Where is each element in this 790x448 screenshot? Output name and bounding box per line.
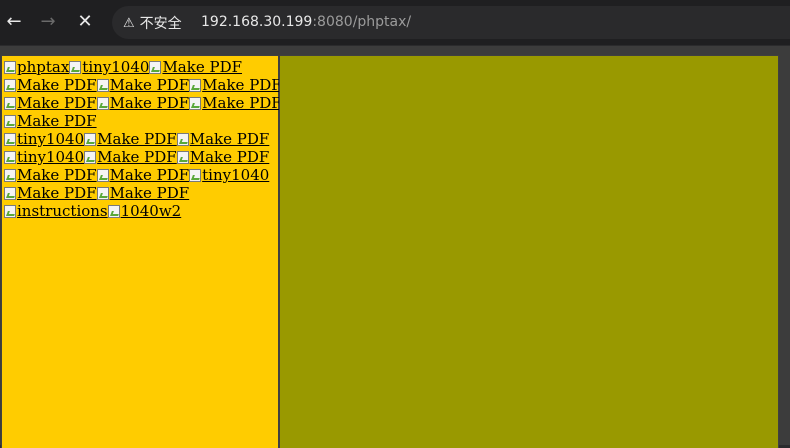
warning-icon: ⚠ (123, 15, 135, 31)
broken-image-icon (4, 186, 16, 200)
broken-image-icon (4, 168, 16, 182)
image-link[interactable]: Make PDF (4, 166, 97, 184)
image-alt-text: tiny1040 (82, 58, 150, 76)
image-link[interactable]: Make PDF (84, 130, 177, 148)
broken-image-icon (4, 132, 16, 146)
broken-image-icon (84, 132, 97, 146)
broken-image-icon (107, 204, 120, 218)
image-link[interactable]: Make PDF (4, 112, 97, 130)
image-alt-text: Make PDF (202, 94, 282, 112)
image-link[interactable]: Make PDF (96, 94, 190, 112)
broken-image-icon (69, 60, 82, 74)
image-alt-text: Make PDF (189, 148, 270, 166)
image-alt-text: Make PDF (17, 184, 97, 202)
broken-image-icon (84, 150, 97, 164)
image-alt-text: Make PDF (17, 76, 97, 94)
broken-image-icon (96, 186, 109, 200)
address-bar[interactable]: ⚠ 不安全 192.168.30.199:8080/phptax/ (112, 6, 790, 39)
link-row: Make PDF Make PDF (4, 184, 282, 202)
image-alt-text: Make PDF (162, 58, 243, 76)
broken-image-icon (96, 168, 109, 182)
forward-icon[interactable]: → (36, 10, 60, 34)
broken-image-icon (4, 60, 16, 74)
image-link[interactable]: instructions (4, 202, 108, 220)
link-row: phptax tiny1040 Make PDF (4, 58, 282, 76)
image-link[interactable]: Make PDF (4, 184, 97, 202)
image-link[interactable]: Make PDF (96, 76, 190, 94)
security-indicator[interactable]: ⚠ 不安全 (121, 13, 188, 33)
image-alt-text: Make PDF (17, 112, 97, 130)
image-alt-text: Make PDF (109, 94, 190, 112)
stop-loading-icon[interactable]: ✕ (73, 10, 97, 34)
image-link[interactable]: Make PDF (176, 130, 270, 148)
broken-image-icon (176, 150, 189, 164)
image-alt-text: Make PDF (202, 76, 282, 94)
page-viewport: phptax tiny1040 Make PDF Make PDF Make PDF Ma… (0, 46, 790, 448)
image-alt-text: phptax (17, 58, 70, 76)
broken-image-icon (4, 150, 16, 164)
image-link[interactable]: Make PDF (4, 94, 97, 112)
image-alt-text: Make PDF (189, 130, 270, 148)
image-alt-text: Make PDF (109, 166, 190, 184)
broken-image-icon (189, 78, 202, 92)
image-link[interactable]: tiny1040 (69, 58, 149, 76)
image-alt-text: tiny1040 (202, 166, 270, 184)
broken-image-icon (4, 204, 16, 218)
right-frame (279, 55, 779, 448)
image-link[interactable]: Make PDF (84, 148, 177, 166)
image-alt-text: Make PDF (109, 76, 190, 94)
image-link[interactable]: Make PDF (189, 76, 282, 94)
url-host: 192.168.30.199 (201, 14, 313, 30)
broken-image-icon (4, 78, 16, 92)
broken-image-icon (96, 96, 109, 110)
broken-image-icon (189, 168, 202, 182)
link-row: instructions 1040w2 (4, 202, 282, 220)
image-link[interactable]: Make PDF (96, 166, 190, 184)
image-link-list: phptax tiny1040 Make PDF Make PDF Make PDF Ma… (4, 58, 282, 220)
image-link[interactable]: phptax (4, 58, 69, 76)
left-frame: phptax tiny1040 Make PDF Make PDF Make PDF Ma… (1, 55, 282, 448)
link-row: Make PDF Make PDF Make PDF (4, 76, 282, 94)
image-link[interactable]: tiny1040 (189, 166, 269, 184)
broken-image-icon (4, 96, 16, 110)
broken-image-icon (149, 60, 162, 74)
broken-image-icon (96, 78, 109, 92)
image-alt-text: instructions (17, 202, 108, 220)
image-link[interactable]: Make PDF (4, 76, 97, 94)
url-path: :8080/phptax/ (312, 14, 412, 30)
image-alt-text: Make PDF (109, 184, 190, 202)
image-link[interactable]: Make PDF (176, 148, 270, 166)
image-alt-text: Make PDF (17, 94, 97, 112)
security-label: 不安全 (139, 16, 182, 32)
image-link[interactable]: tiny1040 (4, 130, 84, 148)
link-row: Make PDF Make PDF Make PDF (4, 94, 282, 112)
image-link[interactable]: 1040w2 (107, 202, 182, 220)
image-link[interactable]: Make PDF (149, 58, 242, 76)
image-alt-text: Make PDF (97, 130, 177, 148)
link-row: tiny1040 Make PDF Make PDF (4, 148, 282, 166)
link-row: Make PDF (4, 112, 282, 130)
image-alt-text: tiny1040 (17, 130, 85, 148)
broken-image-icon (4, 114, 16, 128)
browser-toolbar: ← → ✕ ⚠ 不安全 192.168.30.199:8080/phptax/ (0, 0, 790, 45)
image-link[interactable]: Make PDF (189, 94, 282, 112)
image-link[interactable]: tiny1040 (4, 148, 84, 166)
link-row: tiny1040 Make PDF Make PDF (4, 130, 282, 148)
image-alt-text: 1040w2 (120, 202, 182, 220)
image-link[interactable]: Make PDF (96, 184, 190, 202)
broken-image-icon (176, 132, 189, 146)
image-alt-text: Make PDF (97, 148, 177, 166)
link-row: Make PDF Make PDF tiny1040 (4, 166, 282, 184)
url-text[interactable]: 192.168.30.199:8080/phptax/ (201, 14, 411, 30)
broken-image-icon (189, 96, 202, 110)
back-icon[interactable]: ← (2, 10, 26, 34)
image-alt-text: Make PDF (17, 166, 97, 184)
image-alt-text: tiny1040 (17, 148, 85, 166)
